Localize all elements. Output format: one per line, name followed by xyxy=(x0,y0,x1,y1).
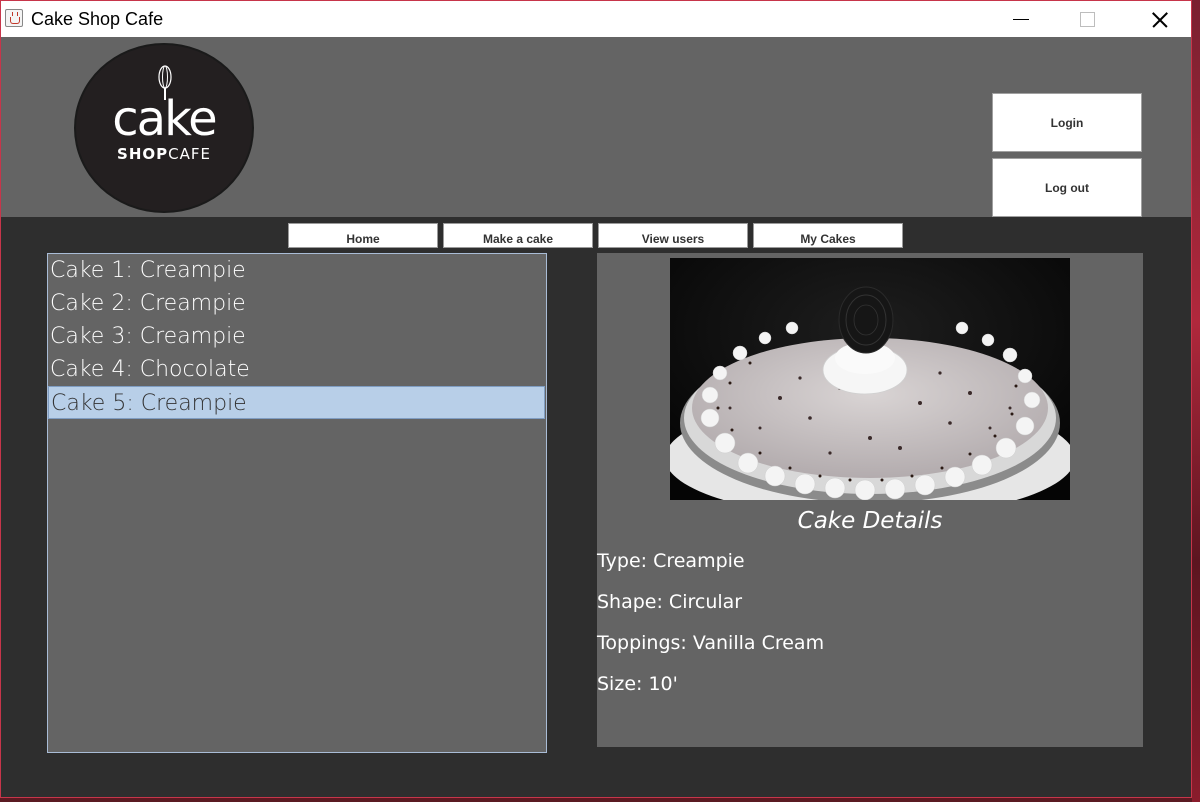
nav-make-cake-button[interactable]: Make a cake xyxy=(443,223,593,248)
logo-cafe-text: CAFE xyxy=(168,145,211,163)
cake-detail-panel: Cake Details Type: Creampie Shape: Circu… xyxy=(597,253,1143,747)
list-item[interactable]: Cake 3: Creampie xyxy=(48,320,546,353)
logout-button[interactable]: Log out xyxy=(992,158,1142,217)
cake-list[interactable]: Cake 1: Creampie Cake 2: Creampie Cake 3… xyxy=(47,253,547,753)
maximize-button[interactable] xyxy=(1064,1,1110,37)
app-window: Cake Shop Cafe cake SHOPCAFE Login Log o… xyxy=(0,0,1192,798)
window-title: Cake Shop Cafe xyxy=(31,9,164,29)
cake-type-text: Type: Creampie xyxy=(597,550,745,572)
minimize-button[interactable] xyxy=(997,1,1043,37)
list-item[interactable]: Cake 2: Creampie xyxy=(48,287,546,320)
cake-shape-text: Shape: Circular xyxy=(597,591,743,613)
header-panel: cake SHOPCAFE Login Log out xyxy=(1,37,1191,217)
cake-toppings-text: Toppings: Vanilla Cream xyxy=(597,632,825,654)
nav-view-users-button[interactable]: View users xyxy=(598,223,748,248)
logo-shop-text: SHOP xyxy=(117,145,169,163)
cake-size-text: Size: 10' xyxy=(597,673,678,695)
list-item-selected[interactable]: Cake 5: Creampie xyxy=(48,386,545,419)
title-bar: Cake Shop Cafe xyxy=(1,1,1191,37)
cake-photo xyxy=(670,258,1070,500)
cake-shop-cafe-logo: cake SHOPCAFE xyxy=(74,43,254,213)
list-item[interactable]: Cake 1: Creampie xyxy=(48,254,546,287)
nav-home-button[interactable]: Home xyxy=(288,223,438,248)
java-app-icon xyxy=(5,9,23,27)
list-item[interactable]: Cake 4: Chocolate xyxy=(48,353,546,386)
logo-cake-text: cake xyxy=(112,91,217,147)
nav-my-cakes-button[interactable]: My Cakes xyxy=(753,223,903,248)
cake-details-heading: Cake Details xyxy=(797,508,943,534)
close-button[interactable] xyxy=(1135,1,1181,37)
logo-subtitle: SHOPCAFE xyxy=(76,145,252,163)
login-button[interactable]: Login xyxy=(992,93,1142,152)
desktop-background xyxy=(1192,0,1200,802)
